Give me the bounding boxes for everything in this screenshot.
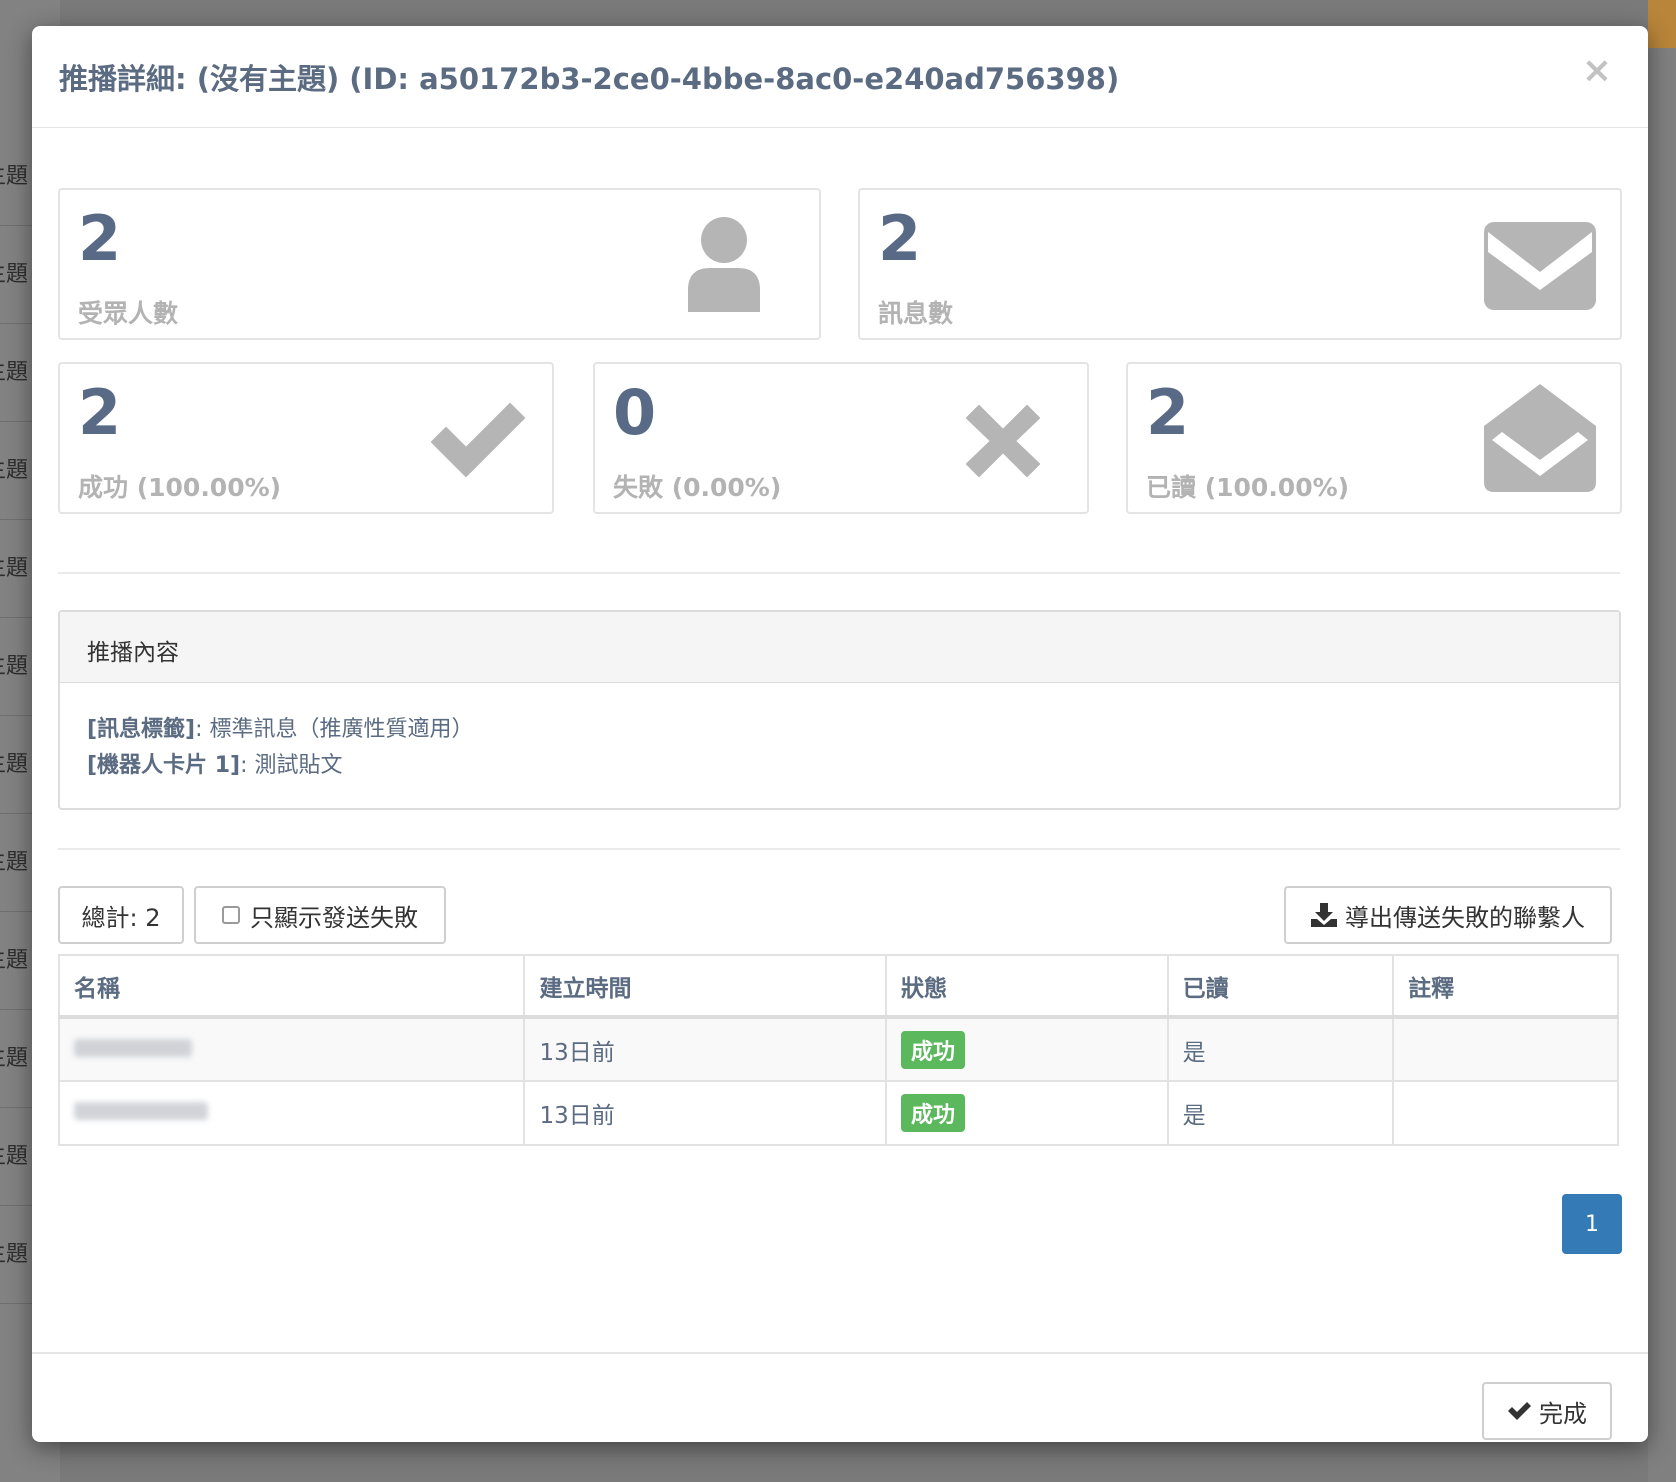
backdrop-row-label: 主題 — [0, 948, 29, 973]
backdrop-right-edge — [1648, 0, 1676, 1482]
backdrop-row-label: 主題 — [0, 1046, 29, 1071]
cell-status: 成功 — [884, 1016, 1169, 1082]
stat-success: 2 成功 (100.00%) — [58, 362, 554, 514]
push-detail-modal: 推播詳細: (沒有主題) (ID: a50172b3-2ce0-4bbe-8ac… — [32, 26, 1648, 1442]
total-count-label: 總計: 2 — [81, 903, 161, 932]
stat-failed-label: 失敗 (0.00%) — [613, 473, 782, 502]
cell-name — [57, 1016, 526, 1082]
pagination-page-1[interactable]: 1 — [1562, 1194, 1622, 1254]
content-line-card: [機器人卡片 1]: 測試貼文 — [87, 748, 474, 784]
modal-header: 推播詳細: (沒有主題) (ID: a50172b3-2ce0-4bbe-8ac… — [32, 26, 1648, 128]
stat-read: 2 已讀 (100.00%) — [1126, 362, 1622, 514]
stat-failed: 0 失敗 (0.00%) — [593, 362, 1089, 514]
user-icon — [688, 217, 760, 312]
failed-only-label: 只顯示發送失敗 — [250, 903, 418, 932]
stat-messages-value: 2 — [878, 202, 922, 275]
close-button[interactable]: × — [1582, 50, 1612, 91]
backdrop-row-label: 主題 — [0, 164, 29, 189]
backdrop-row-label: 主題 — [0, 360, 29, 385]
export-failed-button[interactable]: 導出傳送失敗的聯繫人 — [1284, 886, 1612, 944]
backdrop-row-label: 主題 — [0, 752, 29, 777]
content-value: 標準訊息（推廣性質適用） — [209, 717, 474, 742]
recipients-table: 名稱 建立時間 狀態 已讀 註釋 13日前 成功 是 13日前 成功 是 — [57, 954, 1619, 1146]
status-badge: 成功 — [900, 1030, 965, 1069]
stat-read-value: 2 — [1146, 376, 1190, 449]
check-icon — [431, 403, 525, 477]
check-icon — [1508, 1402, 1531, 1420]
total-count-button[interactable]: 總計: 2 — [58, 886, 184, 944]
content-separator: : — [195, 717, 210, 742]
times-icon — [966, 405, 1040, 477]
content-panel-title: 推播內容 — [87, 640, 179, 666]
divider — [58, 848, 1620, 850]
stat-failed-value: 0 — [613, 376, 657, 449]
stat-audience-value: 2 — [78, 202, 122, 275]
content-line-tag: [訊息標籤]: 標準訊息（推廣性質適用） — [87, 712, 474, 748]
backdrop-row-label: 主題 — [0, 1242, 29, 1267]
backdrop-row-label: 主題 — [0, 850, 29, 875]
cell-note — [1392, 1080, 1619, 1146]
table-row: 13日前 成功 是 — [57, 1080, 1619, 1146]
cell-created: 13日前 — [523, 1016, 887, 1082]
status-badge: 成功 — [900, 1094, 965, 1132]
content-panel-heading: 推播內容 — [60, 612, 1619, 683]
divider — [58, 572, 1620, 574]
stat-audience: 2 受眾人數 — [58, 188, 821, 340]
backdrop-row-label: 主題 — [0, 262, 29, 287]
table-row: 13日前 成功 是 — [57, 1016, 1619, 1082]
content-key: [機器人卡片 1] — [87, 753, 241, 778]
content-key: [訊息標籤] — [87, 717, 196, 742]
cell-status: 成功 — [884, 1080, 1169, 1146]
content-panel-body: [訊息標籤]: 標準訊息（推廣性質適用） [機器人卡片 1]: 測試貼文 — [87, 712, 474, 784]
stat-messages: 2 訊息數 — [858, 188, 1622, 340]
modal-footer-divider — [32, 1352, 1648, 1354]
backdrop-row-label: 主題 — [0, 458, 29, 483]
cell-read: 是 — [1166, 1016, 1395, 1082]
column-header-note[interactable]: 註釋 — [1392, 954, 1619, 1019]
failed-only-checkbox[interactable] — [222, 906, 240, 924]
stat-messages-label: 訊息數 — [878, 299, 954, 328]
cell-created: 13日前 — [523, 1080, 887, 1146]
done-label: 完成 — [1539, 1399, 1587, 1428]
redacted-name — [74, 1102, 208, 1120]
column-header-status[interactable]: 狀態 — [884, 954, 1169, 1019]
cell-read: 是 — [1166, 1080, 1395, 1146]
stat-success-value: 2 — [78, 376, 122, 449]
download-icon — [1311, 903, 1337, 927]
failed-only-toggle[interactable]: 只顯示發送失敗 — [194, 886, 446, 944]
done-button[interactable]: 完成 — [1482, 1382, 1612, 1440]
backdrop-row-label: 主題 — [0, 1144, 29, 1169]
column-header-created[interactable]: 建立時間 — [523, 954, 887, 1019]
backdrop-row-label: 主題 — [0, 654, 29, 679]
export-failed-label: 導出傳送失敗的聯繫人 — [1345, 903, 1585, 932]
column-header-name[interactable]: 名稱 — [57, 954, 526, 1019]
stat-read-label: 已讀 (100.00%) — [1146, 473, 1350, 502]
content-panel: 推播內容 [訊息標籤]: 標準訊息（推廣性質適用） [機器人卡片 1]: 測試貼… — [58, 610, 1621, 810]
table-header-row: 名稱 建立時間 狀態 已讀 註釋 — [57, 954, 1619, 1019]
envelope-open-icon — [1484, 384, 1596, 492]
cell-name — [57, 1080, 526, 1146]
content-value: 測試貼文 — [254, 753, 343, 778]
backdrop-corner-badge — [1648, 0, 1676, 48]
modal-title: 推播詳細: (沒有主題) (ID: a50172b3-2ce0-4bbe-8ac… — [59, 62, 1120, 96]
column-header-read[interactable]: 已讀 — [1166, 954, 1395, 1019]
stat-success-label: 成功 (100.00%) — [78, 473, 282, 502]
stat-audience-label: 受眾人數 — [78, 299, 179, 328]
cell-note — [1392, 1016, 1619, 1082]
content-separator: : — [240, 753, 255, 778]
backdrop-row-label: 主題 — [0, 556, 29, 581]
redacted-name — [74, 1038, 192, 1057]
envelope-icon — [1484, 222, 1596, 310]
